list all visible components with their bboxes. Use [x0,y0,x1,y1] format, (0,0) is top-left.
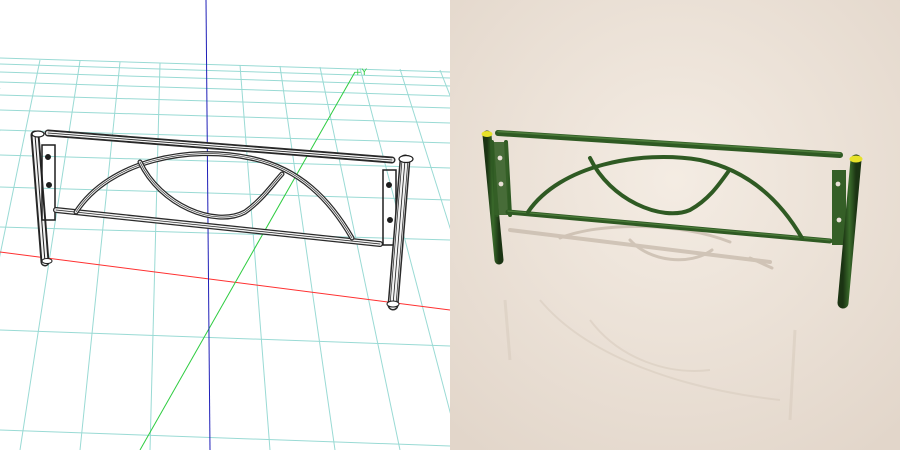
render-viewport [450,0,900,450]
top-rail-wire [44,129,396,164]
left-post-cap [481,131,493,137]
right-post-wire [386,154,414,311]
ground-grid [0,57,450,450]
render-canvas [450,0,900,450]
wireframe-viewport: +Y [0,0,450,450]
y-axis-line [139,71,356,450]
y-axis-label: +Y [354,68,368,78]
wireframe-canvas: +Y [0,0,450,450]
comparison-image: +Y [0,0,900,450]
right-post-cap [849,155,863,163]
